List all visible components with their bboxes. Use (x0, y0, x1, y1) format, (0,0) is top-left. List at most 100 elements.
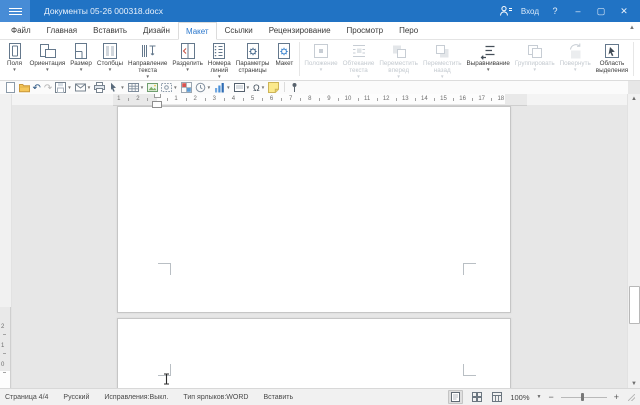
ribbon-button-orientation[interactable]: Ориентация▼ (27, 41, 68, 72)
ribbon-button-text-direction[interactable]: Направление текста▼ (126, 41, 170, 79)
tab-file[interactable]: Файл (3, 22, 39, 39)
maximize-button[interactable]: ▢ (594, 0, 608, 22)
ribbon-button-layout[interactable]: Макет (272, 41, 297, 67)
minimize-button[interactable]: – (571, 0, 585, 22)
tab-pen[interactable]: Перо (391, 22, 426, 39)
chart-button[interactable]: ▼ (213, 81, 232, 94)
collapse-ribbon-icon[interactable]: ▲ (629, 25, 635, 31)
vertical-ruler[interactable]: 210 (0, 307, 11, 389)
ribbon-button-label: Группировать (515, 60, 555, 67)
zoom-slider[interactable] (561, 392, 607, 402)
ribbon-button-label: Номера линий (208, 60, 231, 74)
tab-references[interactable]: Ссылки (217, 22, 261, 39)
print-button[interactable] (93, 81, 107, 94)
ribbon-button-label: Переместить назад (423, 60, 462, 74)
table-button[interactable]: ▼ (126, 81, 145, 94)
status-insert-mode[interactable]: Вставить (263, 394, 293, 401)
zoom-presets-caret-icon[interactable]: ▼ (537, 394, 542, 400)
margin-crop-mark (463, 263, 476, 275)
format-painter-button[interactable]: ▼ (107, 81, 126, 94)
dropdown-caret-icon: ▼ (573, 67, 577, 72)
ribbon-button-split[interactable]: Разделить▼ (170, 41, 206, 72)
ruler-number: 12 (383, 96, 390, 102)
spreadsheet-button[interactable] (179, 81, 193, 94)
login-button[interactable]: Вход (521, 7, 539, 16)
tab-home[interactable]: Главная (39, 22, 85, 39)
ruler-number: 2 (194, 96, 197, 102)
ruler-row: 21123456789101112131415161718 (0, 94, 628, 105)
ribbon-group-separator (633, 42, 634, 76)
symbol-omega-button[interactable]: Ω▼ (252, 81, 267, 94)
multipage-view-icon[interactable] (470, 391, 483, 403)
picture-icon (147, 82, 158, 93)
hamburger-menu-icon[interactable] (0, 0, 30, 22)
ribbon-button-columns[interactable]: Столбцы▼ (94, 41, 125, 72)
document-canvas[interactable] (0, 105, 628, 389)
status-track-changes[interactable]: Исправления:Выкл. (104, 394, 168, 401)
ruler-number: 15 (440, 96, 447, 102)
ribbon-button-margins[interactable]: Поля▼ (2, 41, 27, 72)
ribbon-button-label: Положение (304, 60, 337, 67)
document-page-3[interactable] (117, 106, 511, 313)
ruler-number: 6 (270, 96, 273, 102)
new-document-icon (5, 82, 16, 93)
tab-layout[interactable]: Макет (178, 22, 217, 40)
tab-review[interactable]: Рецензирование (261, 22, 339, 39)
ribbon-button-selection-pane[interactable]: Область выделения (593, 41, 630, 74)
user-account-icon[interactable] (499, 5, 512, 17)
dropdown-caret-icon: ▼ (217, 74, 221, 79)
left-indent-marker[interactable] (152, 101, 162, 108)
ribbon-button-align[interactable]: Выравнивание▼ (464, 41, 512, 72)
ribbon-button-line-numbers[interactable]: Номера линий▼ (205, 41, 233, 79)
text-box-button[interactable]: ▼ (232, 81, 251, 94)
page-setup-icon (243, 41, 263, 60)
pin-button[interactable] (288, 81, 302, 94)
vertical-scrollbar[interactable]: ▲ ▼ (627, 94, 640, 389)
open-folder-button[interactable] (17, 81, 31, 94)
status-language[interactable]: Русский (63, 394, 89, 401)
scroll-up-icon[interactable]: ▲ (628, 94, 640, 104)
dropdown-caret-icon: ▼ (486, 67, 490, 72)
chart-icon (214, 82, 225, 93)
first-line-indent-marker[interactable] (154, 94, 161, 98)
ruler-number: 2 (136, 96, 139, 102)
new-document-button[interactable] (3, 81, 17, 94)
clock-button[interactable]: ▼ (193, 81, 212, 94)
close-button[interactable]: ✕ (617, 0, 631, 22)
help-button[interactable]: ? (548, 0, 562, 22)
document-page-4[interactable] (117, 318, 511, 389)
zoom-in-button[interactable]: + (614, 392, 619, 402)
zoom-out-button[interactable]: − (548, 392, 553, 402)
status-left: Страница 4/4 Русский Исправления:Выкл. Тип … (5, 394, 293, 401)
save-icon (55, 82, 66, 93)
horizontal-ruler[interactable]: 21123456789101112131415161718 (113, 94, 527, 106)
ruler-number: 5 (251, 96, 254, 102)
tab-insert[interactable]: Вставить (85, 22, 135, 39)
web-layout-view-icon[interactable] (490, 391, 503, 403)
dropdown-caret-icon: ▼ (440, 74, 444, 79)
scrollbar-thumb[interactable] (629, 286, 640, 324)
status-page[interactable]: Страница 4/4 (5, 394, 48, 401)
tab-design[interactable]: Дизайн (135, 22, 178, 39)
status-label-type[interactable]: Тип ярлыков:WORD (183, 394, 248, 401)
ribbon-button-label: Разделить (172, 60, 203, 67)
ribbon-button-page-setup[interactable]: Параметры страницы (233, 41, 272, 74)
window-resize-grip[interactable] (628, 394, 635, 401)
text-box-icon (234, 82, 245, 93)
undo-button[interactable]: ↶ (31, 81, 42, 94)
page-size-icon (71, 41, 91, 60)
dropdown-caret-icon: ▼ (67, 85, 71, 90)
sticky-note-button[interactable] (267, 81, 281, 94)
titlebar-controls: Вход ? – ▢ ✕ (499, 0, 640, 22)
ribbon-button-label: Выравнивание (467, 60, 510, 67)
tab-view[interactable]: Просмотр (339, 22, 392, 39)
zoom-slider-thumb[interactable] (581, 393, 584, 401)
ruler-number: 3 (213, 96, 216, 102)
page-view-icon[interactable] (448, 390, 463, 404)
screenshot-button[interactable]: ▼ (160, 81, 179, 94)
save-button[interactable]: ▼ (54, 81, 73, 94)
email-button[interactable]: ▼ (73, 81, 92, 94)
ribbon-button-page-size[interactable]: Размер▼ (68, 41, 95, 72)
picture-button[interactable] (146, 81, 160, 94)
zoom-level[interactable]: 100% (510, 393, 529, 402)
